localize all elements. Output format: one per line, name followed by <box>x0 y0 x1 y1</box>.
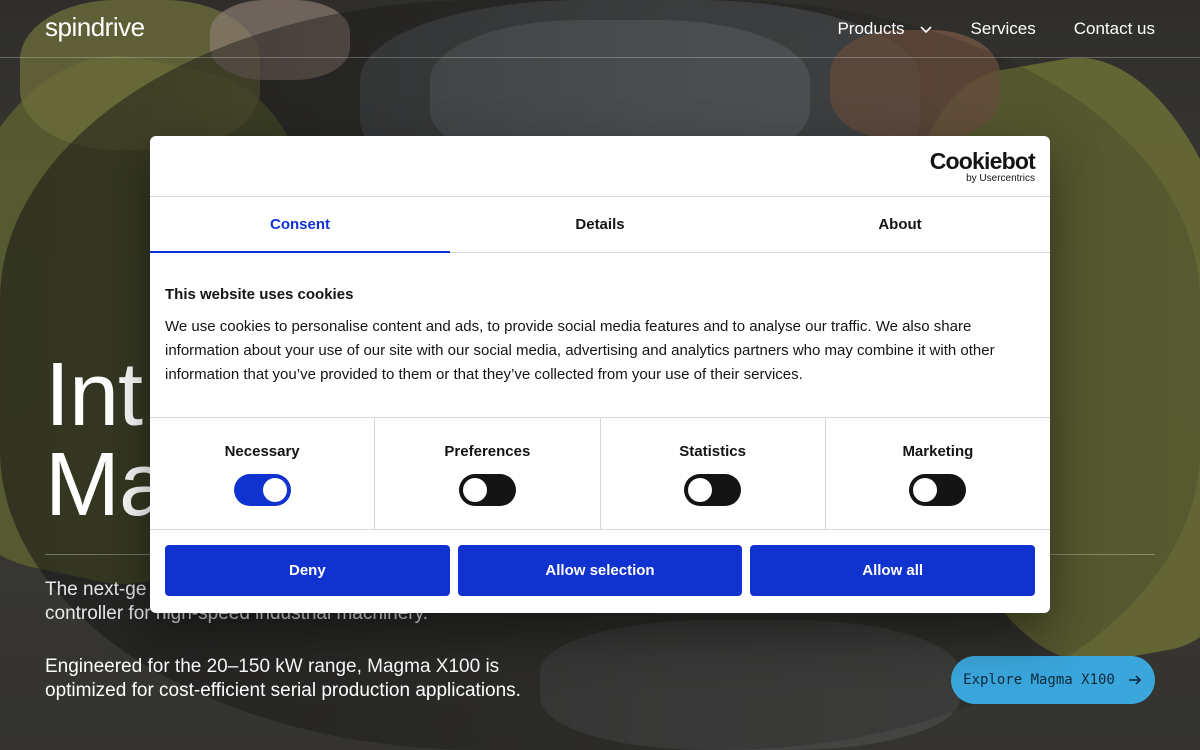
toggle-marketing-group: Marketing <box>826 418 1050 529</box>
nav-products-label: Products <box>837 19 905 38</box>
site-header: spindrive Products Services Contact us <box>0 0 1200 58</box>
switch-knob <box>262 478 287 502</box>
arrow-right-icon <box>1128 675 1141 685</box>
cookiebot-logo-text: Cookiebot <box>929 148 1036 174</box>
consent-heading: This website uses cookies <box>165 286 354 303</box>
switch-knob <box>462 478 487 502</box>
toggle-preferences-group: Preferences <box>375 418 601 529</box>
cookiebot-logo-sub: by Usercentrics <box>966 173 1035 184</box>
hero-description: Engineered for the 20–150 kW range, Magm… <box>45 656 521 701</box>
spindrive-logo[interactable]: spindrive <box>45 12 145 43</box>
nav-services[interactable]: Services <box>971 19 1036 39</box>
allow-all-button[interactable]: Allow all <box>750 545 1036 596</box>
deny-button[interactable]: Deny <box>165 545 450 596</box>
dialog-header: Cookiebot by Usercentrics <box>150 136 1050 197</box>
toggle-necessary-switch[interactable] <box>233 474 291 506</box>
consent-buttons: Deny Allow selection Allow all <box>150 530 1050 611</box>
toggle-statistics-group: Statistics <box>601 418 826 529</box>
chevron-down-icon <box>919 26 932 34</box>
hero-subtitle-start: The next-ge <box>45 579 147 600</box>
explore-magma-label: Explore Magma X100 <box>963 672 1115 688</box>
nav-products[interactable]: Products <box>837 19 932 39</box>
consent-text: We use cookies to personalise content an… <box>165 318 995 383</box>
toggle-marketing-label: Marketing <box>902 443 974 460</box>
main-nav: Products Services Contact us <box>837 19 1155 39</box>
toggle-statistics-switch[interactable] <box>684 474 742 506</box>
cookie-consent-dialog: Cookiebot by Usercentrics Consent Detail… <box>150 136 1050 613</box>
toggle-necessary-label: Necessary <box>224 443 300 460</box>
consent-toggles: Necessary Preferences Statistics Marketi… <box>150 418 1050 530</box>
tab-details[interactable]: Details <box>450 197 750 252</box>
cookiebot-logo[interactable]: Cookiebot by Usercentrics <box>929 148 1036 185</box>
switch-knob <box>688 478 713 502</box>
switch-knob <box>913 478 938 502</box>
tab-about[interactable]: About <box>750 197 1050 252</box>
explore-magma-button[interactable]: Explore Magma X100 <box>951 656 1155 704</box>
allow-selection-button[interactable]: Allow selection <box>457 545 743 596</box>
toggle-preferences-switch[interactable] <box>458 474 516 506</box>
toggle-statistics-label: Statistics <box>679 443 746 460</box>
toggle-preferences-label: Preferences <box>444 443 531 460</box>
consent-body: This website uses cookies We use cookies… <box>150 253 1050 418</box>
toggle-marketing-switch[interactable] <box>909 474 967 506</box>
toggle-necessary-group: Necessary <box>150 418 376 529</box>
nav-contact[interactable]: Contact us <box>1074 19 1155 39</box>
consent-tabs: Consent Details About <box>150 197 1050 253</box>
tab-consent[interactable]: Consent <box>150 197 450 253</box>
